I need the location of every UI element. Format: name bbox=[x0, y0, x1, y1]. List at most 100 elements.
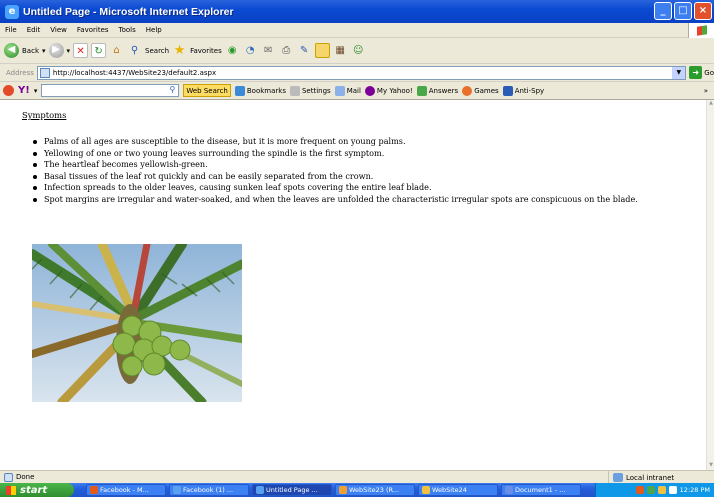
folder-icon[interactable] bbox=[314, 43, 330, 58]
system-tray: 12:28 PM bbox=[595, 483, 714, 497]
scroll-up-icon[interactable]: ▲ bbox=[707, 100, 714, 108]
research-icon[interactable]: ▦ bbox=[333, 43, 348, 58]
home-icon[interactable]: ⌂ bbox=[109, 43, 124, 58]
forward-arrow-icon: ▶ bbox=[48, 43, 64, 58]
taskbar-item-label: WebSite24 bbox=[432, 486, 467, 494]
taskbar-item[interactable]: WebSite23 (R... bbox=[335, 484, 415, 496]
start-button[interactable]: start bbox=[0, 483, 74, 497]
anti-spy-button[interactable]: Anti-Spy bbox=[502, 85, 544, 96]
palm-image-svg bbox=[32, 244, 242, 402]
mail-icon[interactable]: ✉ bbox=[261, 43, 276, 58]
intranet-icon bbox=[613, 473, 623, 482]
messenger-icon[interactable]: ☺ bbox=[351, 43, 366, 58]
media-icon[interactable]: ◉ bbox=[225, 43, 240, 58]
toolbar-overflow-icon[interactable]: » bbox=[704, 87, 708, 95]
status-done: Done bbox=[4, 472, 35, 482]
list-item: The heartleaf becomes yellowish-green. bbox=[32, 159, 638, 171]
taskbar-item-label: WebSite23 (R... bbox=[349, 486, 400, 494]
menu-tools[interactable]: Tools bbox=[114, 26, 141, 34]
mail-label: Mail bbox=[346, 86, 361, 95]
taskbar-item[interactable]: Facebook (1) ... bbox=[169, 484, 249, 496]
clock[interactable]: 12:28 PM bbox=[680, 486, 710, 494]
back-arrow-icon: ◀ bbox=[4, 43, 19, 58]
bookmarks-button[interactable]: Bookmarks bbox=[234, 85, 286, 96]
settings-label: Settings bbox=[301, 86, 331, 95]
taskbar-item[interactable]: Document1 - ... bbox=[501, 484, 581, 496]
yahoo-dropdown-icon[interactable]: ▾ bbox=[34, 87, 38, 95]
yahoo-logo-icon[interactable]: Y! bbox=[18, 85, 30, 96]
search-label: Search bbox=[145, 46, 170, 55]
list-item: Infection spreads to the older leaves, c… bbox=[32, 182, 638, 194]
window-controls: _ □ × bbox=[654, 2, 712, 20]
favorites-button[interactable]: ★ Favorites bbox=[172, 43, 222, 58]
zone-label: Local intranet bbox=[626, 473, 675, 482]
favorites-label: Favorites bbox=[190, 46, 222, 55]
menu-help[interactable]: Help bbox=[141, 26, 167, 34]
refresh-icon[interactable]: ↻ bbox=[91, 43, 107, 58]
vertical-scrollbar[interactable]: ▲ ▼ bbox=[706, 100, 714, 470]
page-heading: Symptoms bbox=[22, 110, 67, 120]
status-bar: Done Local intranet bbox=[0, 470, 714, 484]
answers-label: Answers bbox=[428, 86, 459, 95]
history-icon[interactable]: ◔ bbox=[243, 43, 258, 58]
close-button[interactable]: × bbox=[694, 2, 712, 20]
back-label: Back bbox=[22, 46, 39, 55]
facebook-window-icon bbox=[90, 486, 98, 494]
answers-icon bbox=[416, 85, 427, 96]
edit-icon[interactable]: ✎ bbox=[297, 43, 312, 58]
games-label: Games bbox=[474, 86, 499, 95]
windows-flag-icon bbox=[6, 485, 16, 495]
answers-button[interactable]: Answers bbox=[416, 85, 459, 96]
menu-file[interactable]: File bbox=[0, 26, 22, 34]
visual-studio-icon bbox=[339, 486, 347, 494]
taskbar-item[interactable]: Facebook - M... bbox=[86, 484, 166, 496]
scroll-down-icon[interactable]: ▼ bbox=[707, 462, 714, 470]
tray-security-icon[interactable] bbox=[657, 486, 666, 494]
yahoo-search-input[interactable]: ⚲ bbox=[41, 84, 180, 97]
list-item: Palms of all ages are susceptible to the… bbox=[32, 136, 638, 148]
minimize-button[interactable]: _ bbox=[654, 2, 672, 20]
menu-edit[interactable]: Edit bbox=[22, 26, 46, 34]
search-button[interactable]: ⚲ Search bbox=[127, 43, 169, 58]
address-input[interactable]: http://localhost:4437/WebSite23/default2… bbox=[36, 65, 687, 80]
window-title: Untitled Page - Microsoft Internet Explo… bbox=[23, 5, 234, 18]
tray-network-icon[interactable] bbox=[646, 486, 655, 494]
games-button[interactable]: Games bbox=[462, 85, 499, 96]
my-yahoo-button[interactable]: My Yahoo! bbox=[364, 85, 413, 96]
list-item: Spot margins are irregular and water-soa… bbox=[32, 194, 638, 206]
menu-bar: File Edit View Favorites Tools Help bbox=[0, 23, 714, 38]
back-button[interactable]: ◀ Back ▾ bbox=[4, 43, 46, 58]
forward-dropdown-icon[interactable]: ▾ bbox=[67, 47, 71, 55]
tray-app-icon[interactable] bbox=[635, 486, 644, 494]
taskbar-item[interactable]: WebSite24 bbox=[418, 484, 498, 496]
bookmarks-icon bbox=[234, 85, 245, 96]
settings-button[interactable]: Settings bbox=[289, 85, 331, 96]
print-icon[interactable]: ⎙ bbox=[279, 43, 294, 58]
menu-favorites[interactable]: Favorites bbox=[72, 26, 114, 34]
maximize-button[interactable]: □ bbox=[674, 2, 692, 20]
my-yahoo-label: My Yahoo! bbox=[376, 86, 413, 95]
anti-spy-icon bbox=[502, 85, 513, 96]
taskbar-item-label: Untitled Page ... bbox=[266, 486, 318, 494]
favorites-star-icon: ★ bbox=[173, 43, 186, 58]
web-search-button[interactable]: Web Search bbox=[183, 84, 231, 97]
stop-icon[interactable]: ✕ bbox=[73, 43, 89, 58]
windows-logo-icon bbox=[688, 23, 714, 38]
yahoo-pencil-icon[interactable] bbox=[3, 85, 14, 96]
go-button[interactable]: ➜ Go bbox=[689, 66, 714, 79]
mail-button[interactable]: Mail bbox=[334, 85, 361, 96]
taskbar-buttons: Facebook - M... Facebook (1) ... Untitle… bbox=[86, 484, 581, 496]
menu-view[interactable]: View bbox=[45, 26, 72, 34]
address-dropdown-icon[interactable]: ▼ bbox=[672, 66, 686, 79]
back-dropdown-icon[interactable]: ▾ bbox=[42, 47, 46, 55]
status-text: Done bbox=[16, 473, 35, 481]
taskbar-item-label: Facebook - M... bbox=[100, 486, 149, 494]
word-document-icon bbox=[505, 486, 513, 494]
taskbar-item[interactable]: Untitled Page ... bbox=[252, 484, 332, 496]
standard-toolbar: ◀ Back ▾ ▶ ▾ ✕ ↻ ⌂ ⚲ Search ★ Favorites … bbox=[0, 38, 714, 64]
tray-volume-icon[interactable] bbox=[668, 486, 677, 494]
my-yahoo-icon bbox=[364, 85, 375, 96]
window-title-bar[interactable]: e Untitled Page - Microsoft Internet Exp… bbox=[0, 0, 714, 23]
forward-button[interactable]: ▶ ▾ bbox=[48, 43, 71, 58]
taskbar-item-label: Document1 - ... bbox=[515, 486, 566, 494]
